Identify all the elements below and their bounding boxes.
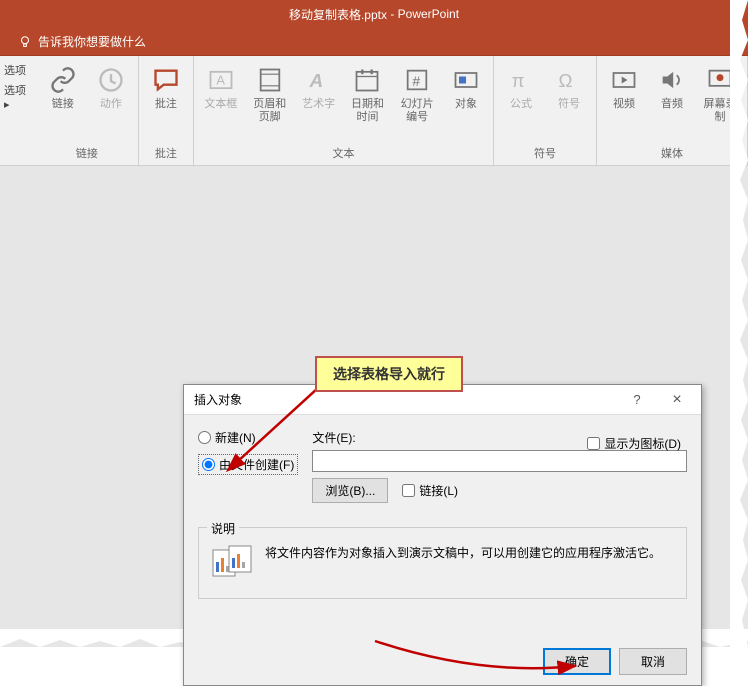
audio-icon (656, 64, 688, 96)
tab-option-2[interactable]: 选项 ▸ (4, 82, 32, 111)
ribbon-group-批注: 批注批注 (139, 56, 194, 165)
insert-object-dialog: 插入对象 ? × 新建(N) 由文件创建(F) 文件(E): (183, 384, 702, 686)
side-tabs: 选项 选项 ▸ (0, 56, 36, 165)
radio-new[interactable]: 新建(N) (198, 429, 298, 446)
textbox-icon: A (205, 64, 237, 96)
ribbon-textbox-button: A文本框 (202, 60, 240, 115)
lightbulb-icon (18, 35, 32, 49)
ribbon-wordart-button: A艺术字 (300, 60, 338, 115)
ribbon-comment-button[interactable]: 批注 (147, 60, 185, 115)
torn-edge-right (730, 0, 748, 647)
document-chart-icon (211, 544, 253, 580)
svg-text:Ω: Ω (559, 70, 573, 91)
file-path-input[interactable] (312, 450, 687, 472)
ribbon: 选项 选项 ▸ 链接动作链接批注批注A文本框页眉和页脚 A艺术字日期和时间#幻灯片… (0, 56, 748, 166)
radio-new-input[interactable] (198, 431, 211, 444)
ribbon-action-button: 动作 (92, 60, 130, 115)
help-button[interactable]: ? (617, 392, 657, 407)
svg-text:A: A (216, 73, 225, 88)
radio-from-file[interactable]: 由文件创建(F) (198, 454, 298, 475)
description-text: 将文件内容作为对象插入到演示文稿中，可以用创建它的应用程序激活它。 (265, 544, 661, 562)
svg-text:A: A (308, 70, 322, 91)
cancel-button[interactable]: 取消 (619, 648, 687, 675)
close-button[interactable]: × (657, 391, 697, 409)
wordart-icon: A (303, 64, 335, 96)
slidenumber-icon: # (401, 64, 433, 96)
annotation-callout: 选择表格导入就行 (315, 356, 463, 392)
title-bar: 移动复制表格.pptx - PowerPoint (0, 0, 748, 28)
equation-icon: π (505, 64, 537, 96)
description-title: 说明 (207, 520, 239, 537)
ribbon-datetime-button[interactable]: 日期和时间 (348, 60, 388, 128)
symbol-icon: Ω (553, 64, 585, 96)
radio-file-input[interactable] (202, 458, 215, 471)
datetime-icon (351, 64, 383, 96)
action-icon (95, 64, 127, 96)
description-box: 说明 将文件内容作为对象插入到演示文稿中，可以用创建它的应用程序激活它。 (198, 527, 687, 599)
show-as-icon-input[interactable] (587, 437, 600, 450)
slide-canvas: 3月 40198 200.99 选择表格导入就行 插入对象 ? × 新建(N) (0, 166, 748, 647)
title-sep: - (387, 7, 398, 21)
document-title: 移动复制表格.pptx (289, 6, 387, 23)
ribbon-video-button[interactable]: 视频 (605, 60, 643, 115)
ribbon-slidenumber-button[interactable]: #幻灯片编号 (397, 60, 437, 128)
svg-text:π: π (512, 70, 525, 91)
ok-button[interactable]: 确定 (543, 648, 611, 675)
comment-icon (150, 64, 182, 96)
ribbon-group-符号: π公式Ω符号符号 (494, 56, 597, 165)
show-as-icon-checkbox[interactable]: 显示为图标(D) (587, 435, 681, 452)
headerfooter-icon (254, 64, 286, 96)
ribbon-group-文本: A文本框页眉和页脚A艺术字日期和时间#幻灯片编号对象文本 (194, 56, 494, 165)
ribbon-equation-button: π公式 (502, 60, 540, 115)
ribbon-group-链接: 链接动作链接 (36, 56, 139, 165)
dialog-title: 插入对象 (194, 391, 617, 408)
link-checkbox[interactable]: 链接(L) (402, 482, 458, 499)
link-icon (47, 64, 79, 96)
ribbon-headerfooter-button[interactable]: 页眉和页脚 (250, 60, 290, 128)
ribbon-link-button[interactable]: 链接 (44, 60, 82, 115)
ribbon-object-button[interactable]: 对象 (447, 60, 485, 115)
ribbon-symbol-button: Ω符号 (550, 60, 588, 115)
ribbon-audio-button[interactable]: 音频 (653, 60, 691, 115)
link-checkbox-input[interactable] (402, 484, 415, 497)
video-icon (608, 64, 640, 96)
ribbon-group-媒体: 视频音频屏幕录制媒体 (597, 56, 748, 165)
object-icon (450, 64, 482, 96)
svg-text:#: # (412, 73, 420, 89)
browse-button[interactable]: 浏览(B)... (312, 478, 388, 503)
tell-me-bar[interactable]: 告诉我你想要做什么 (0, 28, 748, 56)
app-name: PowerPoint (398, 7, 459, 21)
tab-option-1[interactable]: 选项 (4, 62, 32, 78)
tell-me-text: 告诉我你想要做什么 (38, 33, 146, 50)
